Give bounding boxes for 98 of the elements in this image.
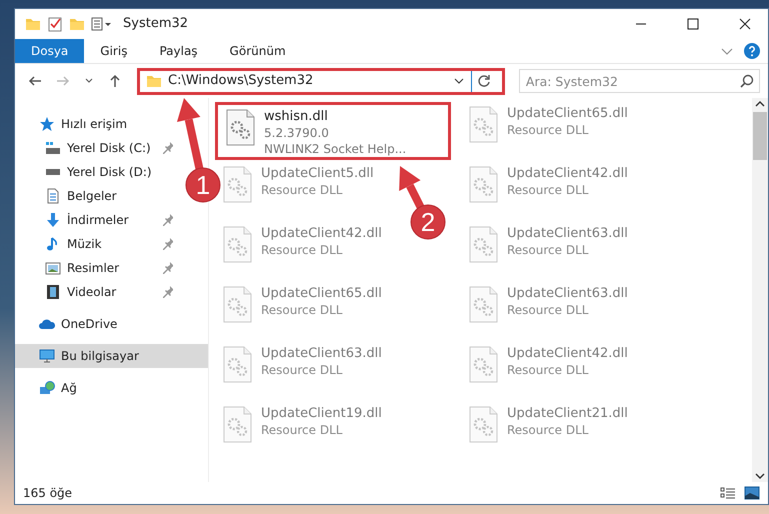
document-icon xyxy=(45,188,61,204)
dll-file-icon xyxy=(221,166,253,204)
maximize-icon xyxy=(687,18,699,30)
properties-icon[interactable] xyxy=(47,16,63,32)
file-detail: Resource DLL xyxy=(261,182,344,198)
ribbon-tab[interactable]: Dosya xyxy=(15,39,84,63)
file-item[interactable]: UpdateClient63.dll Resource DLL xyxy=(461,282,697,340)
dll-file-icon xyxy=(221,226,253,264)
file-name: UpdateClient42.dll xyxy=(507,346,628,362)
pin-icon[interactable] xyxy=(161,261,173,275)
file-item[interactable]: wshisn.dll 5.2.3790.0 NWLINK2 Socket Help... xyxy=(215,102,451,160)
file-name: UpdateClient63.dll xyxy=(507,226,628,242)
dll-file-icon xyxy=(467,406,499,444)
dll-file-icon xyxy=(467,226,499,264)
annotation-arrow xyxy=(399,166,425,210)
step-number-badge: 1 xyxy=(186,168,220,202)
sidebar-item[interactable]: Hızlı erişim xyxy=(15,112,181,136)
file-item[interactable]: UpdateClient21.dll Resource DLL xyxy=(461,402,697,460)
pin-icon[interactable] xyxy=(161,141,173,155)
back-arrow-icon xyxy=(28,74,42,88)
ribbon-tab[interactable]: Paylaş xyxy=(143,39,214,63)
drive-icon xyxy=(45,142,61,154)
sidebar-item[interactable]: Resimler xyxy=(15,256,181,280)
sidebar-item[interactable]: İndirmeler xyxy=(15,208,181,232)
step-number-badge: 2 xyxy=(410,204,446,240)
file-item[interactable]: UpdateClient65.dll Resource DLL xyxy=(215,282,451,340)
file-detail: Resource DLL xyxy=(507,242,590,258)
file-detail: Resource DLL xyxy=(261,362,344,378)
ribbon-tab[interactable]: Giriş xyxy=(84,39,144,63)
sidebar-item[interactable]: Bu bilgisayar xyxy=(15,344,208,368)
close-icon xyxy=(739,18,751,30)
network-globe-icon xyxy=(39,380,55,396)
file-detail: Resource DLL xyxy=(261,242,344,258)
star-icon xyxy=(39,116,55,132)
file-name: UpdateClient5.dll xyxy=(261,166,374,182)
file-detail: Resource DLL xyxy=(507,302,590,318)
refresh-icon xyxy=(476,74,491,88)
details-view-icon[interactable] xyxy=(720,486,736,500)
search-icon xyxy=(740,74,754,88)
dll-file-icon xyxy=(467,286,499,324)
file-item[interactable]: UpdateClient42.dll Resource DLL xyxy=(461,342,697,400)
large-icons-view-icon[interactable] xyxy=(744,486,760,500)
file-name: UpdateClient19.dll xyxy=(261,406,382,422)
file-detail: Resource DLL xyxy=(261,422,344,438)
dll-file-icon xyxy=(467,346,499,384)
file-detail: Resource DLL xyxy=(507,182,590,198)
file-name: UpdateClient63.dll xyxy=(507,286,628,302)
sidebar-item[interactable]: Ağ xyxy=(15,376,181,400)
file-detail: Resource DLL xyxy=(507,362,590,378)
item-count: 165 öğe xyxy=(23,485,72,502)
file-detail: Resource DLL xyxy=(507,122,590,138)
sidebar-item[interactable]: Belgeler xyxy=(15,184,181,208)
file-name: UpdateClient65.dll xyxy=(507,106,628,122)
download-arrow-icon xyxy=(45,212,61,228)
file-name: wshisn.dll xyxy=(264,109,329,125)
dll-file-icon xyxy=(221,286,253,324)
folder-icon xyxy=(146,73,162,89)
drive-icon xyxy=(45,169,61,175)
toolbar-customize-icon[interactable] xyxy=(91,16,113,32)
file-detail: 5.2.3790.0 xyxy=(264,125,330,141)
file-detail: NWLINK2 Socket Help... xyxy=(264,141,406,157)
up-arrow-icon xyxy=(108,74,122,88)
sidebar-item[interactable]: Müzik xyxy=(15,232,181,256)
address-bar[interactable]: C:\Windows\System32 xyxy=(137,68,505,94)
window-title: System32 xyxy=(123,15,188,34)
file-item[interactable]: UpdateClient19.dll Resource DLL xyxy=(215,402,451,460)
address-path: C:\Windows\System32 xyxy=(168,72,314,90)
file-name: UpdateClient65.dll xyxy=(261,286,382,302)
dll-file-icon xyxy=(467,106,499,144)
file-name: UpdateClient21.dll xyxy=(507,406,628,422)
picture-icon xyxy=(45,260,61,276)
forward-arrow-icon xyxy=(56,74,70,88)
dll-file-icon xyxy=(221,346,253,384)
sidebar-item[interactable]: Videolar xyxy=(15,280,181,304)
sidebar-item[interactable]: Yerel Disk (C:) xyxy=(15,136,181,160)
file-name: UpdateClient42.dll xyxy=(261,226,382,242)
file-item[interactable]: UpdateClient63.dll Resource DLL xyxy=(215,342,451,400)
dll-file-icon xyxy=(221,406,253,444)
pin-icon[interactable] xyxy=(161,237,173,251)
film-strip-icon xyxy=(45,284,61,300)
file-name: UpdateClient42.dll xyxy=(507,166,628,182)
file-detail: Resource DLL xyxy=(507,422,590,438)
pin-icon[interactable] xyxy=(161,213,173,227)
dll-file-icon xyxy=(467,166,499,204)
ribbon-tab[interactable]: Görünüm xyxy=(214,39,302,63)
help-icon[interactable] xyxy=(744,43,760,59)
pin-icon[interactable] xyxy=(161,285,173,299)
file-item[interactable]: UpdateClient42.dll Resource DLL xyxy=(461,162,697,220)
file-name: UpdateClient63.dll xyxy=(261,346,382,362)
file-item[interactable]: UpdateClient63.dll Resource DLL xyxy=(461,222,697,280)
scrollbar-thumb[interactable] xyxy=(753,112,767,160)
sidebar-item[interactable]: OneDrive xyxy=(15,312,181,336)
dll-file-icon xyxy=(224,109,256,147)
computer-monitor-icon xyxy=(39,348,55,364)
sidebar-item[interactable]: Yerel Disk (D:) xyxy=(15,160,181,184)
file-item[interactable]: UpdateClient65.dll Resource DLL xyxy=(461,102,697,160)
search-field[interactable]: Ara: System32 xyxy=(518,69,760,93)
file-detail: Resource DLL xyxy=(261,302,344,318)
